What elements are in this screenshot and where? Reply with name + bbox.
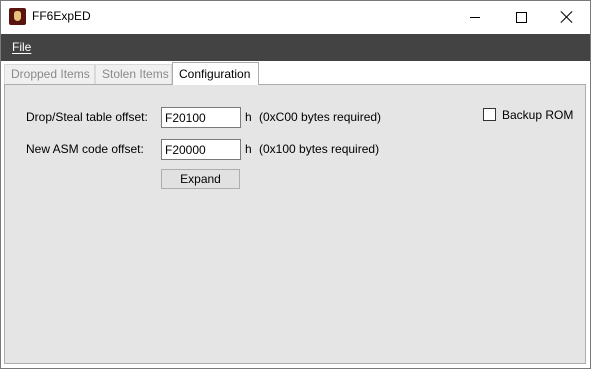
tab-configuration[interactable]: Configuration xyxy=(172,62,259,85)
asm-bytes-note: (0x100 bytes required) xyxy=(259,142,380,156)
drop-steal-bytes-note: (0xC00 bytes required) xyxy=(259,110,382,124)
drop-steal-unit: h xyxy=(245,110,252,124)
asm-unit: h xyxy=(245,142,252,156)
maximize-icon xyxy=(515,11,527,23)
checkbox-box[interactable] xyxy=(483,108,496,121)
title-bar[interactable]: FF6ExpED xyxy=(1,1,590,33)
tab-dropped-items[interactable]: Dropped Items xyxy=(4,64,95,84)
drop-steal-offset-label: Drop/Steal table offset: xyxy=(26,110,148,124)
window-title: FF6ExpED xyxy=(32,9,91,23)
menu-file[interactable]: File xyxy=(12,40,31,54)
configuration-panel: Drop/Steal table offset: h (0xC00 bytes … xyxy=(4,84,586,364)
app-icon[interactable] xyxy=(9,8,26,25)
tab-strip: Dropped Items Stolen Items Configuration xyxy=(1,61,590,85)
menu-bar: File xyxy=(1,34,590,61)
minimize-button[interactable] xyxy=(452,1,498,33)
asm-offset-input[interactable] xyxy=(161,139,241,160)
close-button[interactable] xyxy=(544,1,590,33)
asm-offset-label: New ASM code offset: xyxy=(26,142,144,156)
maximize-button[interactable] xyxy=(498,1,544,33)
tab-stolen-items[interactable]: Stolen Items xyxy=(95,64,172,84)
app-window: FF6ExpED File Dropped Items Stolen Items… xyxy=(0,0,591,369)
expand-button[interactable]: Expand xyxy=(161,169,240,189)
minimize-icon xyxy=(470,16,480,18)
close-icon xyxy=(561,11,573,23)
drop-steal-offset-input[interactable] xyxy=(161,107,241,128)
backup-rom-label: Backup ROM xyxy=(502,108,574,122)
